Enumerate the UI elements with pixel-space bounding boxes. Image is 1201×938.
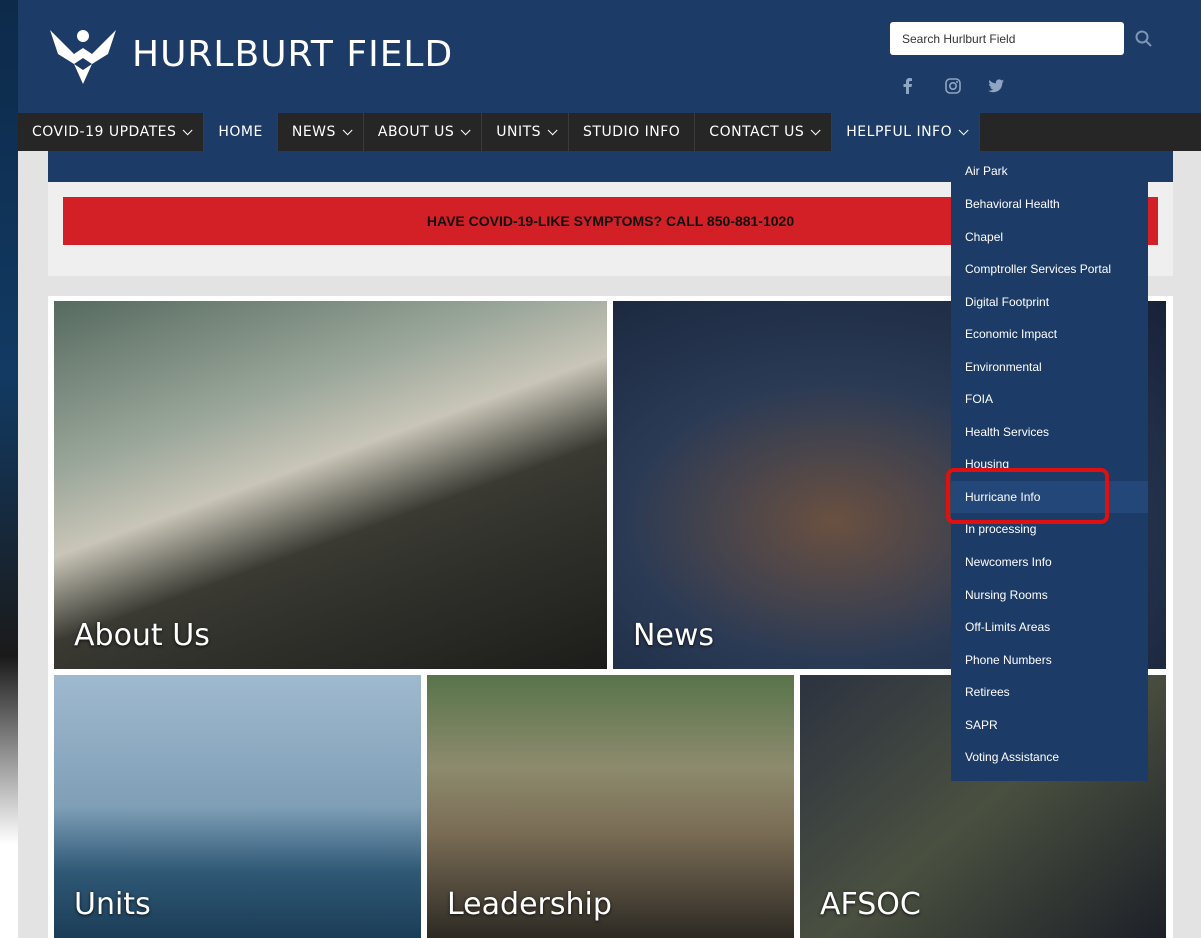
tile-label: Units	[74, 887, 151, 922]
nav-label: CONTACT US	[709, 124, 805, 140]
menu-item-off-limits-areas[interactable]: Off-Limits Areas	[951, 611, 1148, 643]
facebook-icon[interactable]	[898, 76, 918, 96]
menu-item-health-services[interactable]: Health Services	[951, 416, 1148, 448]
site-title: HURLBURT FIELD	[132, 33, 454, 75]
nav-news[interactable]: NEWS	[278, 113, 364, 151]
menu-item-foia[interactable]: FOIA	[951, 383, 1148, 415]
tile-label: About Us	[74, 618, 210, 653]
menu-item-air-park[interactable]: Air Park	[951, 155, 1148, 187]
tile-label: AFSOC	[820, 887, 921, 922]
search-input[interactable]: Search Hurlburt Field	[890, 22, 1124, 55]
nav-label: NEWS	[291, 124, 336, 140]
background-strip	[0, 0, 18, 938]
nav-label: HELPFUL INFO	[846, 124, 953, 140]
chevron-down-icon	[958, 124, 969, 135]
menu-item-environmental[interactable]: Environmental	[951, 351, 1148, 383]
menu-item-sapr[interactable]: SAPR	[951, 709, 1148, 741]
nav-studio-info[interactable]: STUDIO INFO	[569, 113, 696, 151]
chevron-down-icon	[342, 124, 353, 135]
menu-item-economic-impact[interactable]: Economic Impact	[951, 318, 1148, 350]
air-force-wings-icon	[48, 24, 118, 84]
tile-label: Leadership	[447, 887, 612, 922]
site-header: HURLBURT FIELD Search Hurlburt Field	[18, 0, 1201, 113]
menu-item-nursing-rooms[interactable]: Nursing Rooms	[951, 579, 1148, 611]
hurricane-info-highlight	[946, 468, 1109, 524]
chevron-down-icon	[460, 124, 471, 135]
menu-item-voting-assistance[interactable]: Voting Assistance	[951, 741, 1148, 773]
nav-label: STUDIO INFO	[583, 124, 681, 140]
nav-helpful-info[interactable]: HELPFUL INFO	[832, 113, 981, 151]
nav-label: HOME	[218, 124, 263, 140]
tile-leadership[interactable]: Leadership	[427, 675, 794, 938]
helpful-info-dropdown: Air Park Behavioral Health Chapel Comptr…	[951, 151, 1148, 781]
chevron-down-icon	[547, 124, 558, 135]
chevron-down-icon	[810, 124, 821, 135]
twitter-icon[interactable]	[986, 76, 1006, 96]
tile-about-us[interactable]: About Us	[54, 301, 607, 669]
menu-item-comptroller-services-portal[interactable]: Comptroller Services Portal	[951, 253, 1148, 285]
tile-label: News	[633, 618, 715, 653]
nav-covid-updates[interactable]: COVID-19 UPDATES	[18, 113, 205, 151]
search-icon[interactable]	[1135, 30, 1155, 50]
main-nav: COVID-19 UPDATES HOME NEWS ABOUT US UNIT…	[18, 113, 1201, 151]
nav-label: ABOUT US	[377, 124, 455, 140]
page: HURLBURT FIELD Search Hurlburt Field COV…	[18, 0, 1201, 938]
menu-item-phone-numbers[interactable]: Phone Numbers	[951, 644, 1148, 676]
menu-item-retirees[interactable]: Retirees	[951, 676, 1148, 708]
menu-item-digital-footprint[interactable]: Digital Footprint	[951, 286, 1148, 318]
menu-item-chapel[interactable]: Chapel	[951, 221, 1148, 253]
nav-contact-us[interactable]: CONTACT US	[695, 113, 833, 151]
nav-about-us[interactable]: ABOUT US	[364, 113, 483, 151]
instagram-icon[interactable]	[943, 76, 963, 96]
nav-label: UNITS	[496, 124, 542, 140]
home-logo-link[interactable]: HURLBURT FIELD	[48, 24, 453, 84]
nav-units[interactable]: UNITS	[482, 113, 570, 151]
nav-home[interactable]: HOME	[204, 113, 278, 151]
menu-item-behavioral-health[interactable]: Behavioral Health	[951, 188, 1148, 220]
chevron-down-icon	[183, 124, 193, 135]
nav-label: COVID-19 UPDATES	[32, 124, 177, 140]
menu-item-newcomers-info[interactable]: Newcomers Info	[951, 546, 1148, 578]
tile-units[interactable]: Units	[54, 675, 421, 938]
